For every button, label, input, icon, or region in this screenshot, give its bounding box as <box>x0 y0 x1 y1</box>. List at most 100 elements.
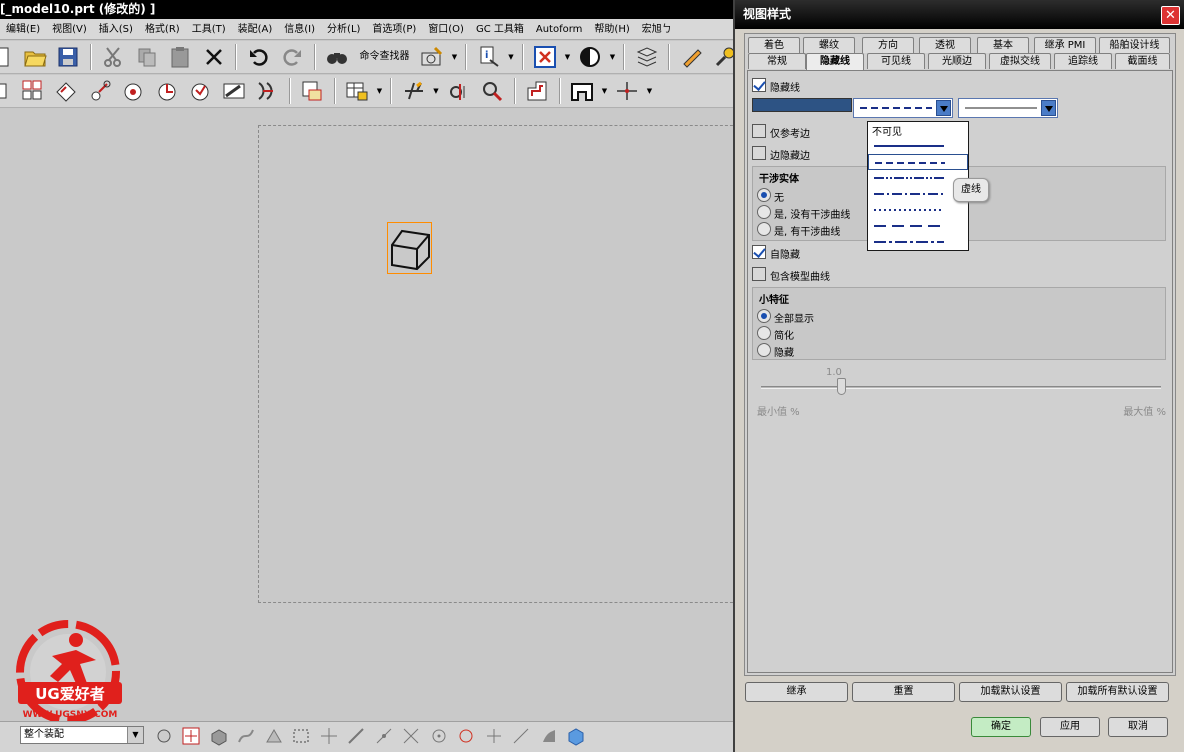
chevron-down-icon[interactable] <box>1041 100 1056 116</box>
section-profile-icon[interactable] <box>569 78 595 104</box>
view-cube-icon[interactable] <box>566 726 586 746</box>
measure-icon[interactable] <box>446 78 472 104</box>
extract-body-icon[interactable] <box>299 78 325 104</box>
point-on-curve-icon[interactable] <box>511 726 531 746</box>
cancel-button[interactable]: 取消 <box>1108 717 1168 737</box>
datum-axis-icon[interactable] <box>401 78 427 104</box>
intersection-snap-icon[interactable] <box>401 726 421 746</box>
boss-icon[interactable] <box>154 78 180 104</box>
tab-orientation[interactable]: 方向 <box>862 37 914 53</box>
hole-icon[interactable] <box>120 78 146 104</box>
interference-with-curves-radio[interactable] <box>757 222 771 236</box>
binoculars-icon[interactable] <box>324 44 350 70</box>
line-width-select[interactable] <box>958 98 1058 118</box>
menu-format[interactable]: 格式(R) <box>139 19 186 39</box>
chevron-down-icon[interactable]: ▼ <box>564 44 572 70</box>
tab-general[interactable]: 常规 <box>748 53 806 69</box>
menu-autoform[interactable]: Autoform <box>530 19 589 39</box>
draft-icon[interactable] <box>221 78 247 104</box>
small-features-show-all-radio[interactable] <box>757 309 771 323</box>
feature-curve-icon[interactable] <box>236 726 256 746</box>
menu-view[interactable]: 视图(V) <box>46 19 93 39</box>
tab-virtual-intersections[interactable]: 虚拟交线 <box>989 53 1051 69</box>
offset-face-icon[interactable] <box>524 78 550 104</box>
endpoint-snap-icon[interactable] <box>319 726 339 746</box>
open-folder-icon[interactable] <box>22 44 48 70</box>
face-rule-icon[interactable] <box>264 726 284 746</box>
type-filter-select[interactable]: 整个装配 ▼ <box>20 726 144 744</box>
info-icon[interactable]: i <box>476 44 502 70</box>
tab-smooth-edges[interactable]: 光顺边 <box>928 53 986 69</box>
tab-base[interactable]: 基本 <box>977 37 1029 53</box>
command-finder-label[interactable]: 命令查找器 <box>360 44 410 70</box>
reset-button[interactable]: 重置 <box>852 682 955 702</box>
menu-gc-toolkit[interactable]: GC 工具箱 <box>470 19 530 39</box>
menu-assemblies[interactable]: 装配(A) <box>232 19 279 39</box>
tab-inherit-pmi[interactable]: 继承 PMI <box>1034 37 1096 53</box>
line-style-option-solid[interactable] <box>868 138 968 154</box>
load-all-default-button[interactable]: 加载所有默认设置 <box>1066 682 1169 702</box>
render-style-icon[interactable] <box>577 44 603 70</box>
point-on-face-icon[interactable] <box>539 726 559 746</box>
rectangle-select-icon[interactable] <box>291 726 311 746</box>
chamfer-icon[interactable] <box>53 78 79 104</box>
sketch-icon[interactable] <box>0 78 12 104</box>
selection-scope-icon[interactable] <box>154 726 174 746</box>
menu-tools[interactable]: 工具(T) <box>186 19 232 39</box>
snap-point-icon[interactable] <box>181 726 201 746</box>
solid-body-icon[interactable] <box>209 726 229 746</box>
small-features-hide-radio[interactable] <box>757 343 771 357</box>
line-style-option-invisible[interactable]: 不可见 <box>868 122 968 138</box>
sew-icon[interactable] <box>254 78 280 104</box>
delete-icon[interactable] <box>201 44 227 70</box>
quadrant-snap-icon[interactable] <box>456 726 476 746</box>
tab-visible-lines[interactable]: 可见线 <box>867 53 925 69</box>
inspect-icon[interactable] <box>479 78 505 104</box>
fit-view-icon[interactable] <box>532 44 558 70</box>
chevron-down-icon[interactable]: ▼ <box>451 44 459 70</box>
tab-perspective[interactable]: 透视 <box>919 37 971 53</box>
interference-none-radio[interactable] <box>757 188 771 202</box>
edit-object-display-icon[interactable] <box>679 44 705 70</box>
chevron-down-icon[interactable]: ▼ <box>376 78 384 104</box>
self-hidden-checkbox[interactable] <box>752 245 766 259</box>
part-body[interactable] <box>387 222 432 274</box>
apply-button[interactable]: 应用 <box>1040 717 1100 737</box>
chevron-down-icon[interactable]: ▼ <box>609 44 617 70</box>
existing-point-icon[interactable] <box>484 726 504 746</box>
new-icon[interactable] <box>0 44 14 70</box>
chevron-down-icon[interactable]: ▼ <box>127 727 143 743</box>
layer-icon[interactable] <box>634 44 660 70</box>
inherit-button[interactable]: 继承 <box>745 682 848 702</box>
menu-insert[interactable]: 插入(S) <box>93 19 139 39</box>
menu-analysis[interactable]: 分析(L) <box>321 19 366 39</box>
menu-edit[interactable]: 编辑(E) <box>0 19 46 39</box>
tab-shading[interactable]: 着色 <box>748 37 800 53</box>
line-style-option-dash-dot[interactable] <box>868 234 968 250</box>
menu-help[interactable]: 帮助(H) <box>588 19 635 39</box>
tab-thread[interactable]: 螺纹 <box>803 37 855 53</box>
ref-edges-only-checkbox[interactable] <box>752 124 766 138</box>
interference-no-curves-radio[interactable] <box>757 205 771 219</box>
line-style-select[interactable] <box>853 98 953 118</box>
tab-tracelines[interactable]: 追踪线 <box>1054 53 1112 69</box>
tab-ship-design-lines[interactable]: 船舶设计线 <box>1099 37 1170 53</box>
small-feature-slider-track[interactable] <box>761 386 1161 389</box>
chevron-down-icon[interactable]: ▼ <box>646 78 654 104</box>
menu-information[interactable]: 信息(I) <box>278 19 321 39</box>
pocket-icon[interactable] <box>187 78 213 104</box>
point-icon[interactable] <box>614 78 640 104</box>
copy-icon[interactable] <box>134 44 160 70</box>
small-feature-slider-thumb[interactable] <box>837 378 846 395</box>
chevron-down-icon[interactable]: ▼ <box>601 78 609 104</box>
menu-preferences[interactable]: 首选项(P) <box>366 19 422 39</box>
save-icon[interactable] <box>55 44 81 70</box>
line-style-option-dotted[interactable] <box>868 202 968 218</box>
hidden-line-color-swatch[interactable] <box>752 98 852 112</box>
control-point-icon[interactable] <box>374 726 394 746</box>
table-icon[interactable] <box>344 78 370 104</box>
camera-icon[interactable] <box>419 44 445 70</box>
edges-hidden-by-edges-checkbox[interactable] <box>752 146 766 160</box>
close-icon[interactable]: ✕ <box>1161 6 1180 25</box>
tab-section-lines[interactable]: 截面线 <box>1115 53 1170 69</box>
